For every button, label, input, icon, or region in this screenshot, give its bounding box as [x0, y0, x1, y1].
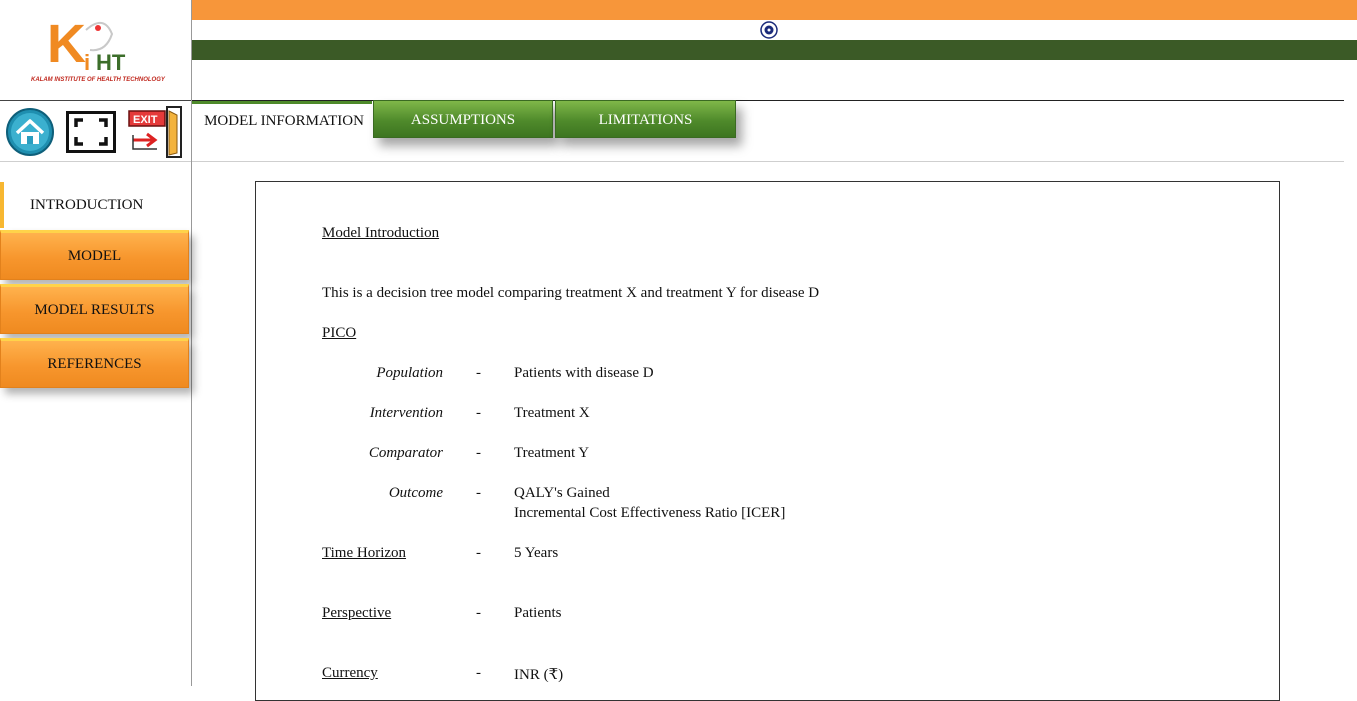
- header-green-band: [192, 40, 1357, 60]
- currency-label: Currency: [322, 665, 378, 681]
- currency-value: INR (₹): [514, 667, 564, 683]
- fullscreen-button[interactable]: [66, 111, 116, 158]
- exit-door-icon: EXIT: [128, 106, 182, 158]
- home-icon: [6, 108, 54, 156]
- perspective-label: Perspective: [322, 605, 392, 621]
- pico-heading: PICO: [322, 325, 357, 341]
- pico-intervention-value: Treatment X: [514, 405, 590, 421]
- perspective-value: Patients: [514, 605, 562, 621]
- svg-text:HT: HT: [96, 50, 126, 75]
- pico-outcome-value-2: Incremental Cost Effectiveness Ratio [IC…: [514, 505, 786, 521]
- svg-text:EXIT: EXIT: [133, 114, 158, 126]
- nav-model-results[interactable]: MODEL RESULTS: [0, 284, 189, 334]
- section-heading: Model Introduction: [322, 225, 440, 241]
- logo-bottom-rule: [0, 100, 192, 101]
- intro-text: This is a decision tree model comparing …: [322, 285, 820, 301]
- ashoka-chakra-icon: [760, 21, 778, 39]
- time-horizon-dash: -: [476, 545, 481, 561]
- tab-limitations[interactable]: LIMITATIONS: [555, 100, 736, 138]
- svg-text:KALAM INSTITUTE OF HEALTH TECH: KALAM INSTITUTE OF HEALTH TECHNOLOGY: [31, 77, 166, 83]
- pico-comparator-value: Treatment Y: [514, 445, 590, 461]
- svg-text:K: K: [47, 14, 86, 74]
- pico-population-value: Patients with disease D: [514, 365, 654, 381]
- svg-text:i: i: [84, 50, 90, 75]
- pico-outcome-dash: -: [476, 485, 481, 501]
- fullscreen-icon: [66, 111, 116, 153]
- time-horizon-label: Time Horizon: [322, 545, 407, 561]
- pico-outcome-label: Outcome: [388, 485, 443, 501]
- logo-cell: K i HT KALAM INSTITUTE OF HEALTH TECHNOL…: [0, 0, 192, 100]
- pico-outcome-value: QALY's Gained: [514, 485, 610, 501]
- pico-comparator-label: Comparator: [368, 445, 443, 461]
- pico-comparator-dash: -: [476, 445, 481, 461]
- pico-intervention-label: Intervention: [369, 405, 443, 421]
- kiht-logo: K i HT KALAM INSTITUTE OF HEALTH TECHNOL…: [31, 14, 166, 83]
- nav-model[interactable]: MODEL: [0, 230, 189, 280]
- sidebar-divider: [191, 100, 192, 686]
- perspective-dash: -: [476, 605, 481, 621]
- pico-population-label: Population: [376, 365, 443, 381]
- time-horizon-value: 5 Years: [514, 545, 559, 561]
- pico-population-dash: -: [476, 365, 481, 381]
- home-button[interactable]: [5, 107, 55, 162]
- pico-intervention-dash: -: [476, 405, 481, 421]
- tab-assumptions[interactable]: ASSUMPTIONS: [373, 100, 553, 138]
- nav-references[interactable]: REFERENCES: [0, 338, 189, 388]
- tab-model-information[interactable]: MODEL INFORMATION: [192, 101, 372, 139]
- nav-introduction[interactable]: INTRODUCTION: [0, 182, 190, 228]
- toolbar-rule: [0, 161, 1344, 162]
- content-panel: Model Introduction This is a decision tr…: [255, 181, 1280, 701]
- header-saffron-band: [192, 0, 1357, 20]
- exit-button[interactable]: EXIT: [127, 105, 185, 164]
- currency-dash: -: [476, 665, 481, 681]
